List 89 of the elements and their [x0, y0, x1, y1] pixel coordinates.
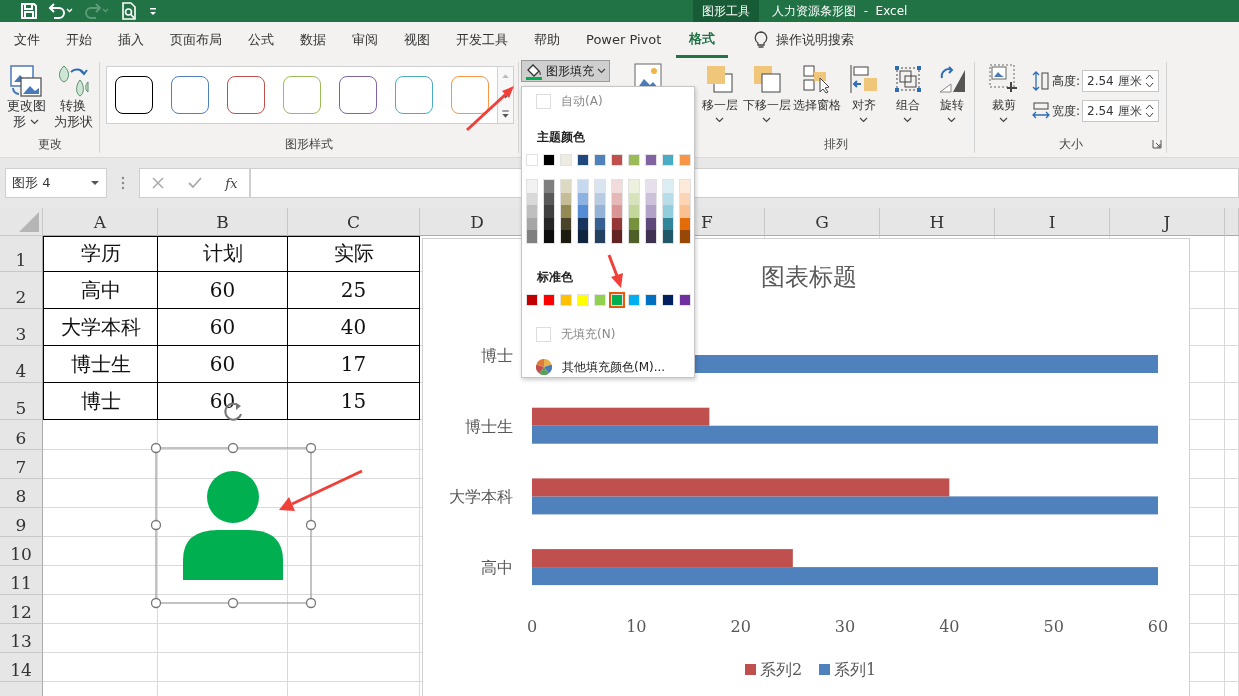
column-header[interactable]: I: [995, 208, 1110, 236]
table-cell: 40: [288, 309, 420, 346]
row-header[interactable]: 7: [0, 450, 43, 479]
category-label: 大学本科: [449, 487, 513, 507]
table-cell: 60: [158, 346, 288, 383]
category-label: 博士生: [465, 416, 513, 436]
width-label: 宽度:: [1051, 102, 1080, 120]
forward-button[interactable]: 移一层: [697, 64, 742, 123]
row-header[interactable]: 8: [0, 479, 43, 508]
ribbon-tab[interactable]: 公式: [235, 22, 287, 58]
ribbon-tab[interactable]: 开始: [53, 22, 105, 58]
row-header[interactable]: 13: [0, 624, 43, 653]
backward-button[interactable]: 下移一层: [741, 64, 792, 123]
category-label: 博士: [481, 346, 513, 365]
column-header[interactable]: G: [765, 208, 880, 236]
group-label: 更改: [37, 136, 62, 153]
ribbon-tab[interactable]: 数据: [287, 22, 339, 58]
table-cell: 17: [288, 346, 420, 383]
axis-tick-label: 10: [626, 617, 647, 636]
axis-tick-label: 50: [1043, 617, 1064, 636]
column-header[interactable]: H: [880, 208, 995, 236]
table-cell: 博士: [43, 383, 158, 420]
ribbon-tab[interactable]: 页面布局: [157, 22, 235, 58]
ribbon-tab[interactable]: 文件: [1, 22, 53, 58]
align-button[interactable]: 对齐: [841, 64, 886, 123]
table-cell: 计划: [158, 236, 288, 272]
no-fill-option[interactable]: 无填充(N): [522, 319, 694, 349]
column-header[interactable]: A: [43, 208, 158, 236]
insert-function-button[interactable]: fx: [225, 175, 238, 191]
group-button[interactable]: 组合: [885, 64, 930, 123]
ribbon-tab[interactable]: 开发工具: [443, 22, 521, 58]
contextual-tab-label: 图形工具: [693, 0, 759, 22]
table-cell: 25: [288, 272, 420, 309]
height-label: 高度:: [1051, 72, 1080, 90]
axis-tick-label: 20: [730, 617, 751, 636]
axis-tick-label: 30: [834, 617, 856, 636]
ribbon-tab[interactable]: 审阅: [339, 22, 391, 58]
column-header[interactable]: B: [158, 208, 288, 236]
ribbon-tab[interactable]: Power Pivot: [573, 22, 675, 58]
edit-shape-button[interactable]: 更改图 形: [2, 62, 50, 132]
axis-tick-label: 0: [526, 617, 538, 636]
row-header[interactable]: 14: [0, 653, 43, 682]
width-field[interactable]: 2.54 厘米: [1082, 100, 1159, 122]
name-box[interactable]: 图形 4: [5, 168, 107, 198]
table-cell: 15: [288, 383, 420, 420]
row-header[interactable]: 3: [0, 309, 43, 346]
shape-fill-button[interactable]: 图形填充: [521, 60, 610, 82]
window-title: 人力资源条形图 - Excel: [772, 2, 908, 20]
group-label: 排列: [823, 136, 848, 153]
table-cell: 高中: [43, 272, 158, 309]
table-cell: 60: [158, 383, 288, 420]
legend-label: 系列2: [760, 660, 803, 679]
row-header[interactable]: 5: [0, 383, 43, 420]
convert-to-shape-button[interactable]: 转换 为形状: [49, 62, 97, 132]
row-header[interactable]: 9: [0, 508, 43, 537]
table-cell: 博士生: [43, 346, 158, 383]
group-label: 图形样式: [285, 136, 333, 153]
column-header[interactable]: J: [1110, 208, 1225, 236]
ribbon-tab[interactable]: 帮助: [521, 22, 573, 58]
chart-title: 图表标题: [761, 263, 857, 291]
axis-tick-label: 40: [939, 617, 960, 636]
axis-tick-label: 60: [1147, 617, 1169, 636]
tell-me-search[interactable]: 操作说明搜索: [776, 31, 855, 49]
legend-label: 系列1: [834, 660, 877, 679]
row-header[interactable]: 10: [0, 537, 43, 566]
group-label: 大小: [1058, 136, 1083, 153]
table-cell: 60: [158, 272, 288, 309]
category-label: 高中: [481, 558, 513, 578]
table-cell: 大学本科: [43, 309, 158, 346]
more-colors-option[interactable]: 其他填充颜色(M)...: [522, 352, 694, 382]
automatic-option[interactable]: 自动(A): [522, 87, 694, 116]
section-heading: 主题颜色: [536, 129, 585, 146]
row-header[interactable]: 4: [0, 346, 43, 383]
section-heading: 标准色: [536, 268, 573, 286]
ribbon-tab[interactable]: 视图: [391, 22, 443, 58]
rotate-button[interactable]: 旋转: [929, 64, 974, 123]
height-field[interactable]: 2.54 厘米: [1082, 70, 1159, 92]
row-header[interactable]: 11: [0, 566, 43, 595]
row-header[interactable]: 2: [0, 272, 43, 309]
row-header[interactable]: 12: [0, 595, 43, 624]
pane-button[interactable]: 选择窗格: [791, 64, 842, 114]
row-header[interactable]: 6: [0, 420, 43, 450]
table-cell: 60: [158, 309, 288, 346]
table-cell: 学历: [43, 236, 158, 272]
row-header[interactable]: 1: [0, 236, 43, 272]
ribbon-tab[interactable]: 插入: [105, 22, 157, 58]
crop-button[interactable]: 裁剪: [981, 64, 1026, 123]
table-cell: 实际: [288, 236, 420, 272]
column-header[interactable]: C: [288, 208, 420, 236]
